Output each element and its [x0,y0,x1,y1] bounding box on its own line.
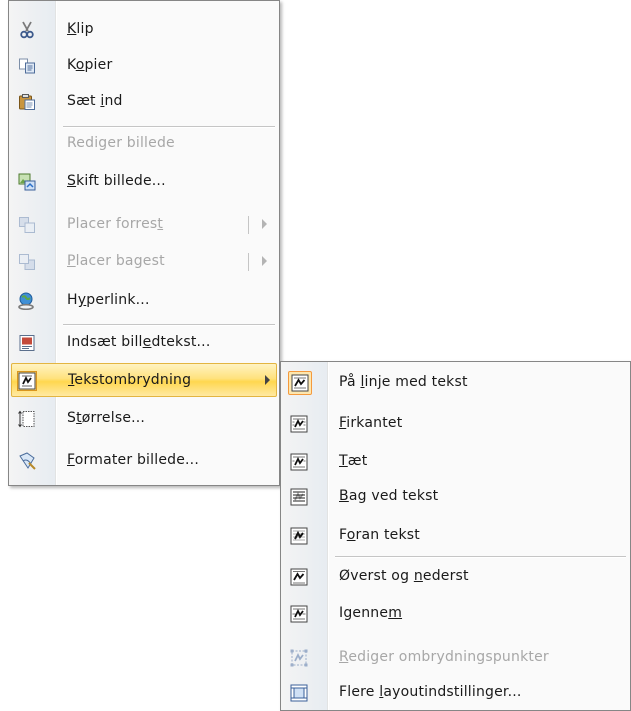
menu-item-change-picture[interactable]: Skift billede... [13,165,275,199]
menu-item-bring-to-front[interactable]: Placer forrest [13,208,275,242]
menu-item-label: Foran tekst [339,527,420,543]
wrap-inline-icon [288,371,312,395]
menu-item-label: Tæt [339,453,368,469]
context-menu: Klip Kopier Sæt ind Rediger billede Skif… [8,0,280,486]
submenu-split-divider [248,216,249,234]
send-backward-icon [17,252,37,272]
submenu-item-more-layout[interactable]: Flere layoutindstillinger... [285,676,626,710]
caption-icon [17,333,37,353]
copy-icon [17,56,37,76]
menu-item-label: Igennem [339,605,403,621]
submenu-item-inline[interactable]: På linje med tekst [285,366,626,400]
menu-item-label: Firkantet [339,415,403,431]
menu-item-label: Indsæt billedtekst... [67,334,211,350]
menu-item-cut[interactable]: Klip [13,13,275,47]
bring-forward-icon [17,215,37,235]
change-picture-icon [17,172,37,192]
menu-item-label: Klip [67,21,94,37]
layout-options-icon [289,683,309,703]
menu-item-copy[interactable]: Kopier [13,49,275,83]
menu-item-format-picture[interactable]: Formater billede... [13,444,275,478]
submenu-arrow-icon[interactable] [262,256,267,266]
submenu-item-top-bottom[interactable]: Øverst og nederst [285,560,626,594]
menu-item-label: Flere layoutindstillinger... [339,684,522,700]
wrap-square-icon [289,414,309,434]
menu-item-edit-picture[interactable]: Rediger billede [13,127,275,161]
menu-item-send-to-back[interactable]: Placer bagest [13,245,275,279]
wrap-front-icon [289,526,309,546]
menu-item-text-wrapping[interactable]: Tekstombrydning [11,363,277,397]
menu-separator [63,324,275,325]
submenu-item-tight[interactable]: Tæt [285,445,626,479]
submenu-arrow-icon[interactable] [262,219,267,229]
menu-item-hyperlink[interactable]: Hyperlink... [13,284,275,318]
menu-item-label: Hyperlink... [67,292,150,308]
submenu-item-square[interactable]: Firkantet [285,407,626,441]
size-icon [17,409,37,429]
menu-item-label: Placer bagest [67,253,165,269]
submenu-arrow-icon [265,375,270,385]
menu-item-label: Sæt ind [67,93,123,109]
wrap-top-bottom-icon [289,567,309,587]
menu-item-label: Formater billede... [67,452,199,468]
hyperlink-globe-icon [17,291,37,311]
submenu-item-behind[interactable]: Bag ved tekst [285,480,626,514]
wrap-tight-icon [289,452,309,472]
wrap-behind-icon [289,487,309,507]
menu-item-label: Skift billede... [67,173,166,189]
menu-item-label: Rediger billede [67,135,175,151]
menu-item-size[interactable]: Størrelse... [13,402,275,436]
menu-item-label: På linje med tekst [339,374,468,390]
menu-item-label: Tekstombrydning [68,372,192,388]
menu-item-insert-caption[interactable]: Indsæt billedtekst... [13,326,275,360]
text-wrapping-submenu: På linje med tekst Firkantet Tæt Bag ved… [280,361,631,711]
text-wrap-icon [17,371,37,391]
menu-item-label: Øverst og nederst [339,568,469,584]
menu-item-label: Kopier [67,57,113,73]
menu-item-paste[interactable]: Sæt ind [13,85,275,119]
submenu-split-divider [248,253,249,271]
submenu-item-edit-wrap-points[interactable]: Rediger ombrydningspunkter [285,641,626,675]
menu-item-label: Størrelse... [67,410,146,426]
menu-item-label: Rediger ombrydningspunkter [339,649,549,665]
edit-wrap-points-icon [289,648,309,668]
submenu-item-in-front[interactable]: Foran tekst [285,519,626,553]
submenu-item-through[interactable]: Igennem [285,597,626,631]
menu-item-label: Placer forrest [67,216,164,232]
paste-icon [17,92,37,112]
menu-separator [335,556,626,557]
menu-item-label: Bag ved tekst [339,488,439,504]
format-picture-icon [17,451,37,471]
scissors-icon [17,20,37,40]
wrap-through-icon [289,604,309,624]
